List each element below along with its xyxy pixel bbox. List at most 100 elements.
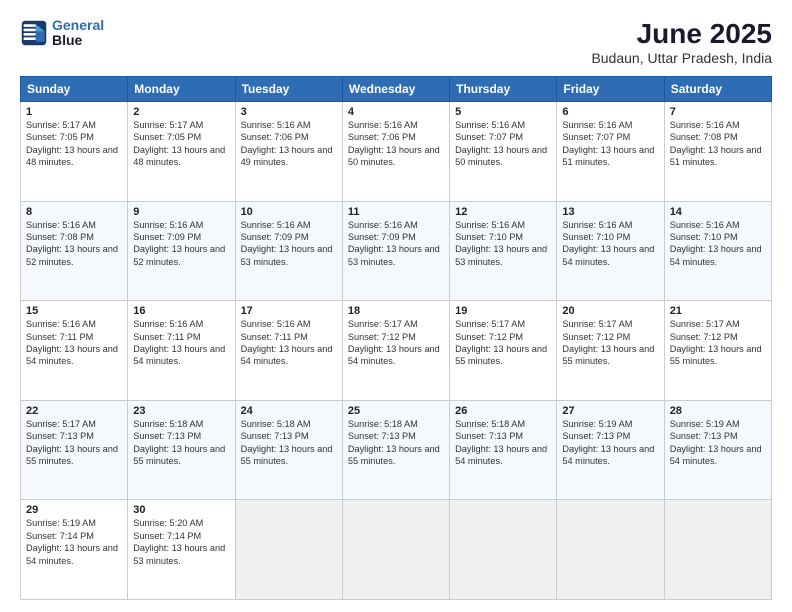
cell-info: Sunrise: 5:17 AMSunset: 7:05 PMDaylight:…	[133, 119, 229, 169]
day-number: 5	[455, 106, 551, 118]
day-number: 8	[26, 206, 122, 218]
location: Budaun, Uttar Pradesh, India	[591, 50, 772, 66]
day-number: 16	[133, 305, 229, 317]
day-number: 10	[241, 206, 337, 218]
calendar-cell: 30Sunrise: 5:20 AMSunset: 7:14 PMDayligh…	[128, 500, 235, 600]
day-number: 1	[26, 106, 122, 118]
calendar-cell: 1Sunrise: 5:17 AMSunset: 7:05 PMDaylight…	[21, 102, 128, 202]
calendar-cell: 7Sunrise: 5:16 AMSunset: 7:08 PMDaylight…	[664, 102, 771, 202]
cell-info: Sunrise: 5:18 AMSunset: 7:13 PMDaylight:…	[455, 418, 551, 468]
cell-info: Sunrise: 5:19 AMSunset: 7:13 PMDaylight:…	[670, 418, 766, 468]
day-number: 24	[241, 405, 337, 417]
calendar-cell: 24Sunrise: 5:18 AMSunset: 7:13 PMDayligh…	[235, 400, 342, 500]
calendar-cell: 4Sunrise: 5:16 AMSunset: 7:06 PMDaylight…	[342, 102, 449, 202]
day-number: 19	[455, 305, 551, 317]
calendar-cell: 12Sunrise: 5:16 AMSunset: 7:10 PMDayligh…	[450, 201, 557, 301]
calendar-cell: 22Sunrise: 5:17 AMSunset: 7:13 PMDayligh…	[21, 400, 128, 500]
weekday-header-friday: Friday	[557, 77, 664, 102]
day-number: 12	[455, 206, 551, 218]
weekday-header-saturday: Saturday	[664, 77, 771, 102]
calendar-cell: 8Sunrise: 5:16 AMSunset: 7:08 PMDaylight…	[21, 201, 128, 301]
calendar-cell: 11Sunrise: 5:16 AMSunset: 7:09 PMDayligh…	[342, 201, 449, 301]
cell-info: Sunrise: 5:17 AMSunset: 7:12 PMDaylight:…	[455, 318, 551, 368]
calendar-cell	[557, 500, 664, 600]
title-block: June 2025 Budaun, Uttar Pradesh, India	[591, 18, 772, 66]
cell-info: Sunrise: 5:19 AMSunset: 7:14 PMDaylight:…	[26, 517, 122, 567]
cell-info: Sunrise: 5:17 AMSunset: 7:05 PMDaylight:…	[26, 119, 122, 169]
weekday-header-sunday: Sunday	[21, 77, 128, 102]
logo: General Blue	[20, 18, 104, 49]
calendar-week-3: 15Sunrise: 5:16 AMSunset: 7:11 PMDayligh…	[21, 301, 772, 401]
day-number: 15	[26, 305, 122, 317]
calendar-table: SundayMondayTuesdayWednesdayThursdayFrid…	[20, 76, 772, 600]
cell-info: Sunrise: 5:16 AMSunset: 7:08 PMDaylight:…	[670, 119, 766, 169]
calendar-cell: 9Sunrise: 5:16 AMSunset: 7:09 PMDaylight…	[128, 201, 235, 301]
cell-info: Sunrise: 5:16 AMSunset: 7:10 PMDaylight:…	[455, 219, 551, 269]
cell-info: Sunrise: 5:16 AMSunset: 7:06 PMDaylight:…	[348, 119, 444, 169]
cell-info: Sunrise: 5:16 AMSunset: 7:08 PMDaylight:…	[26, 219, 122, 269]
cell-info: Sunrise: 5:16 AMSunset: 7:10 PMDaylight:…	[562, 219, 658, 269]
cell-info: Sunrise: 5:16 AMSunset: 7:11 PMDaylight:…	[133, 318, 229, 368]
calendar-cell: 19Sunrise: 5:17 AMSunset: 7:12 PMDayligh…	[450, 301, 557, 401]
day-number: 28	[670, 405, 766, 417]
calendar-cell: 13Sunrise: 5:16 AMSunset: 7:10 PMDayligh…	[557, 201, 664, 301]
weekday-header-tuesday: Tuesday	[235, 77, 342, 102]
calendar-cell: 3Sunrise: 5:16 AMSunset: 7:06 PMDaylight…	[235, 102, 342, 202]
page: General Blue June 2025 Budaun, Uttar Pra…	[0, 0, 792, 612]
cell-info: Sunrise: 5:16 AMSunset: 7:09 PMDaylight:…	[348, 219, 444, 269]
day-number: 17	[241, 305, 337, 317]
cell-info: Sunrise: 5:16 AMSunset: 7:11 PMDaylight:…	[241, 318, 337, 368]
calendar-week-2: 8Sunrise: 5:16 AMSunset: 7:08 PMDaylight…	[21, 201, 772, 301]
day-number: 21	[670, 305, 766, 317]
calendar-cell: 20Sunrise: 5:17 AMSunset: 7:12 PMDayligh…	[557, 301, 664, 401]
calendar-cell: 16Sunrise: 5:16 AMSunset: 7:11 PMDayligh…	[128, 301, 235, 401]
calendar-cell: 2Sunrise: 5:17 AMSunset: 7:05 PMDaylight…	[128, 102, 235, 202]
calendar-cell: 17Sunrise: 5:16 AMSunset: 7:11 PMDayligh…	[235, 301, 342, 401]
cell-info: Sunrise: 5:16 AMSunset: 7:07 PMDaylight:…	[455, 119, 551, 169]
calendar-cell: 25Sunrise: 5:18 AMSunset: 7:13 PMDayligh…	[342, 400, 449, 500]
logo-blue: Blue	[52, 33, 104, 48]
day-number: 23	[133, 405, 229, 417]
calendar-cell: 27Sunrise: 5:19 AMSunset: 7:13 PMDayligh…	[557, 400, 664, 500]
cell-info: Sunrise: 5:16 AMSunset: 7:09 PMDaylight:…	[133, 219, 229, 269]
header: General Blue June 2025 Budaun, Uttar Pra…	[20, 18, 772, 66]
logo-icon	[20, 19, 48, 47]
day-number: 25	[348, 405, 444, 417]
day-number: 18	[348, 305, 444, 317]
cell-info: Sunrise: 5:16 AMSunset: 7:11 PMDaylight:…	[26, 318, 122, 368]
calendar-cell: 29Sunrise: 5:19 AMSunset: 7:14 PMDayligh…	[21, 500, 128, 600]
day-number: 6	[562, 106, 658, 118]
calendar-cell	[342, 500, 449, 600]
day-number: 7	[670, 106, 766, 118]
weekday-header-wednesday: Wednesday	[342, 77, 449, 102]
day-number: 30	[133, 504, 229, 516]
cell-info: Sunrise: 5:17 AMSunset: 7:12 PMDaylight:…	[562, 318, 658, 368]
calendar-cell: 18Sunrise: 5:17 AMSunset: 7:12 PMDayligh…	[342, 301, 449, 401]
day-number: 27	[562, 405, 658, 417]
cell-info: Sunrise: 5:18 AMSunset: 7:13 PMDaylight:…	[133, 418, 229, 468]
calendar-week-1: 1Sunrise: 5:17 AMSunset: 7:05 PMDaylight…	[21, 102, 772, 202]
weekday-header-monday: Monday	[128, 77, 235, 102]
calendar-cell: 14Sunrise: 5:16 AMSunset: 7:10 PMDayligh…	[664, 201, 771, 301]
logo-text: General Blue	[52, 18, 104, 49]
calendar-week-4: 22Sunrise: 5:17 AMSunset: 7:13 PMDayligh…	[21, 400, 772, 500]
calendar-cell: 15Sunrise: 5:16 AMSunset: 7:11 PMDayligh…	[21, 301, 128, 401]
month-year: June 2025	[591, 18, 772, 50]
day-number: 26	[455, 405, 551, 417]
day-number: 11	[348, 206, 444, 218]
day-number: 9	[133, 206, 229, 218]
cell-info: Sunrise: 5:18 AMSunset: 7:13 PMDaylight:…	[241, 418, 337, 468]
cell-info: Sunrise: 5:16 AMSunset: 7:10 PMDaylight:…	[670, 219, 766, 269]
calendar-cell	[235, 500, 342, 600]
logo-general: General	[52, 17, 104, 33]
cell-info: Sunrise: 5:17 AMSunset: 7:13 PMDaylight:…	[26, 418, 122, 468]
cell-info: Sunrise: 5:16 AMSunset: 7:07 PMDaylight:…	[562, 119, 658, 169]
cell-info: Sunrise: 5:17 AMSunset: 7:12 PMDaylight:…	[348, 318, 444, 368]
day-number: 3	[241, 106, 337, 118]
calendar-cell: 6Sunrise: 5:16 AMSunset: 7:07 PMDaylight…	[557, 102, 664, 202]
day-number: 4	[348, 106, 444, 118]
calendar-cell: 10Sunrise: 5:16 AMSunset: 7:09 PMDayligh…	[235, 201, 342, 301]
calendar-cell: 21Sunrise: 5:17 AMSunset: 7:12 PMDayligh…	[664, 301, 771, 401]
calendar-cell: 28Sunrise: 5:19 AMSunset: 7:13 PMDayligh…	[664, 400, 771, 500]
cell-info: Sunrise: 5:19 AMSunset: 7:13 PMDaylight:…	[562, 418, 658, 468]
